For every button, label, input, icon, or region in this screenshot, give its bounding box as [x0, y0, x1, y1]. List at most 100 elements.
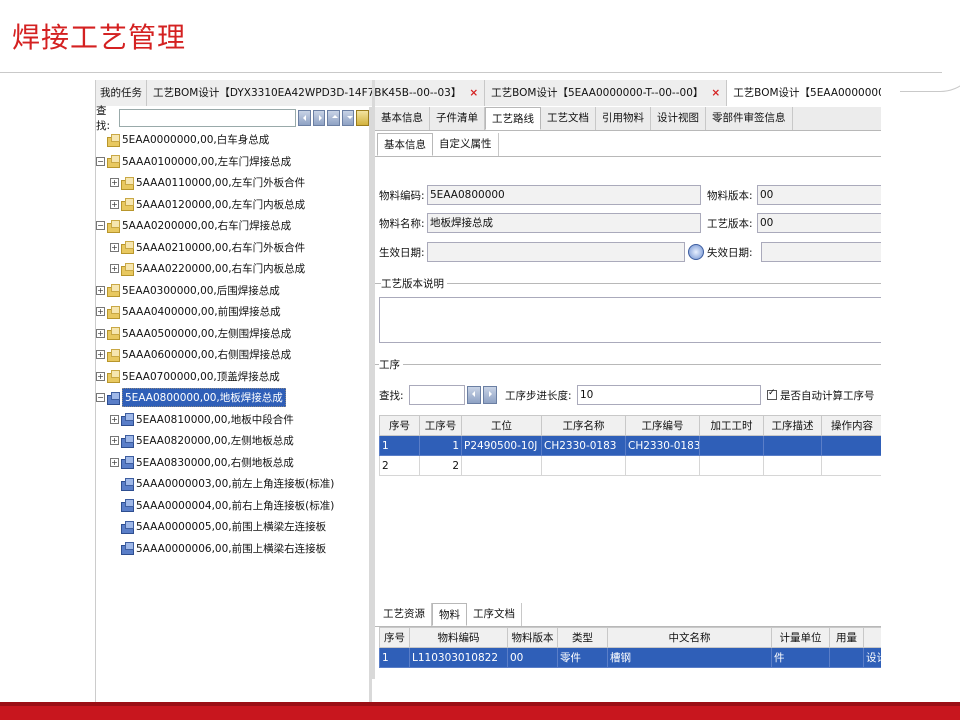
table-cell[interactable]: 槽钢	[607, 647, 772, 668]
process-column-header[interactable]: 工序名称	[541, 415, 626, 436]
table-cell[interactable]	[699, 455, 764, 476]
auto-calc-checkbox[interactable]	[767, 388, 777, 400]
table-cell[interactable]: 1	[379, 435, 420, 456]
calendar-icon[interactable]	[688, 244, 704, 260]
collapse-icon[interactable]: −	[96, 393, 105, 403]
table-cell[interactable]	[763, 455, 822, 476]
detail-subtab[interactable]: 零部件审签信息	[706, 107, 793, 130]
tree-node[interactable]: +5AAA0400000,00,前围焊接总成	[96, 301, 369, 323]
material-column-header[interactable]: 物料编码	[409, 627, 508, 648]
prev-arrow-icon[interactable]	[297, 110, 311, 126]
collapse-icon[interactable]: −	[96, 156, 105, 166]
expand-icon[interactable]: +	[110, 436, 119, 446]
table-cell[interactable]	[829, 647, 864, 668]
document-tab[interactable]: 工艺BOM设计【DYX3310EA42WPD3D-14F7BK45B--00--…	[147, 80, 486, 106]
expand-icon[interactable]: +	[96, 307, 105, 317]
table-row[interactable]: 1 1 P2490500-10J CH2330-0183 CH2330-0183	[379, 435, 881, 456]
expand-icon[interactable]: +	[110, 414, 119, 424]
tree-node[interactable]: +5EAA0820000,00,左侧地板总成	[96, 430, 369, 452]
expand-icon[interactable]: +	[96, 350, 105, 360]
process-next-icon[interactable]	[483, 386, 497, 404]
process-column-header[interactable]: 工序编号	[625, 415, 700, 436]
material-column-header[interactable]: 物料版本	[507, 627, 558, 648]
expand-icon[interactable]: +	[110, 242, 119, 252]
material-version-field[interactable]: 00	[757, 185, 881, 205]
version-note-textarea[interactable]	[379, 297, 881, 343]
detail-subtab[interactable]: 设计视图	[651, 107, 706, 130]
process-column-header[interactable]: 序号	[379, 415, 420, 436]
table-cell[interactable]: 设计	[863, 647, 881, 668]
material-column-header[interactable]: 计量单位	[771, 627, 830, 648]
process-search-input[interactable]	[409, 385, 465, 405]
document-tab[interactable]: 工艺BOM设计【5EAA0000000--00--00】×	[727, 80, 881, 106]
table-cell[interactable]: 00	[507, 647, 558, 668]
table-cell[interactable]: 零件	[557, 647, 608, 668]
table-cell[interactable]: L110303010822	[409, 647, 508, 668]
material-column-header[interactable]: 用量	[829, 627, 864, 648]
bottom-tab[interactable]: 物料	[432, 603, 467, 626]
table-cell[interactable]: CH2330-0183	[541, 435, 626, 456]
expand-icon[interactable]: +	[96, 371, 105, 381]
expand-icon[interactable]: +	[110, 264, 119, 274]
expand-icon[interactable]: +	[110, 199, 119, 209]
process-column-header[interactable]: 加工工时	[699, 415, 764, 436]
table-cell[interactable]	[541, 455, 626, 476]
process-column-header[interactable]: 工位	[461, 415, 542, 436]
table-cell[interactable]	[461, 455, 542, 476]
tree-node[interactable]: 5AAA0000005,00,前围上横梁左连接板	[96, 516, 369, 538]
table-cell[interactable]	[625, 455, 700, 476]
tree-node[interactable]: +5EAA0700000,00,顶盖焊接总成	[96, 366, 369, 388]
expand-icon[interactable]: +	[110, 457, 119, 467]
effective-date-field[interactable]	[427, 242, 685, 262]
expand-icon[interactable]: +	[96, 285, 105, 295]
expiry-date-field[interactable]	[761, 242, 881, 262]
close-icon[interactable]: ×	[711, 87, 720, 99]
info-inner-tab[interactable]: 自定义属性	[433, 133, 499, 156]
tree-node[interactable]: +5AAA0210000,00,右车门外板合件	[96, 237, 369, 259]
table-cell[interactable]	[763, 435, 822, 456]
table-cell[interactable]	[699, 435, 764, 456]
bottom-tab[interactable]: 工序文档	[467, 603, 522, 626]
tree-search-input[interactable]	[118, 109, 296, 127]
detail-subtab[interactable]: 子件清单	[430, 107, 485, 130]
tree-node[interactable]: − 5AAA0200000,00,右车门焊接总成	[96, 215, 369, 237]
detail-subtab[interactable]: 工艺文档	[541, 107, 596, 130]
tree-node[interactable]: 5AAA0000003,00,前左上角连接板(标准)	[96, 473, 369, 495]
bottom-tab[interactable]: 工艺资源	[377, 603, 432, 626]
pane-splitter[interactable]	[372, 80, 375, 679]
expand-icon[interactable]: +	[110, 178, 119, 188]
close-icon[interactable]: ×	[469, 87, 478, 99]
detail-subtab[interactable]: 引用物料	[596, 107, 651, 130]
tree-node[interactable]: +5EAA0830000,00,右侧地板总成	[96, 452, 369, 474]
table-cell[interactable]: 件	[771, 647, 830, 668]
tree-node[interactable]: − 5EAA0800000,00,地板焊接总成	[96, 387, 369, 409]
material-column-header[interactable]	[863, 627, 881, 648]
table-cell[interactable]: CH2330-0183	[625, 435, 700, 456]
step-length-field[interactable]: 10	[577, 385, 761, 405]
table-cell[interactable]	[821, 455, 881, 476]
table-cell[interactable]: P2490500-10J	[461, 435, 542, 456]
table-cell[interactable]: 1	[379, 647, 410, 668]
tree-node[interactable]: +5AAA0120000,00,左车门内板总成	[96, 194, 369, 216]
tree-node[interactable]: 5EAA0000000,00,白车身总成	[96, 129, 369, 151]
tree-node[interactable]: +5AAA0220000,00,右车门内板总成	[96, 258, 369, 280]
tree-node[interactable]: +5AAA0500000,00,左侧围焊接总成	[96, 323, 369, 345]
process-column-header[interactable]: 工序描述	[763, 415, 822, 436]
material-column-header[interactable]: 中文名称	[607, 627, 772, 648]
tree-node[interactable]: +5EAA0810000,00,地板中段合件	[96, 409, 369, 431]
material-column-header[interactable]: 类型	[557, 627, 608, 648]
tree-node[interactable]: 5AAA0000004,00,前右上角连接板(标准)	[96, 495, 369, 517]
up-arrow-icon[interactable]	[327, 110, 340, 126]
tree-node[interactable]: +5EAA0300000,00,后围焊接总成	[96, 280, 369, 302]
material-name-field[interactable]: 地板焊接总成	[427, 213, 701, 233]
process-column-header[interactable]: 操作内容	[821, 415, 881, 436]
collapse-icon[interactable]: −	[96, 221, 105, 231]
process-version-field[interactable]: 00	[757, 213, 881, 233]
table-cell[interactable]	[821, 435, 881, 456]
table-cell[interactable]: 1	[419, 435, 462, 456]
tree-node[interactable]: +5AAA0600000,00,右侧围焊接总成	[96, 344, 369, 366]
table-row[interactable]: 1L11030301082200零件槽钢件 设计	[379, 647, 881, 668]
document-tab[interactable]: 工艺BOM设计【5EAA0000000-T--00--00】 ×	[485, 80, 728, 106]
process-prev-icon[interactable]	[467, 386, 481, 404]
down-arrow-icon[interactable]	[341, 110, 355, 126]
